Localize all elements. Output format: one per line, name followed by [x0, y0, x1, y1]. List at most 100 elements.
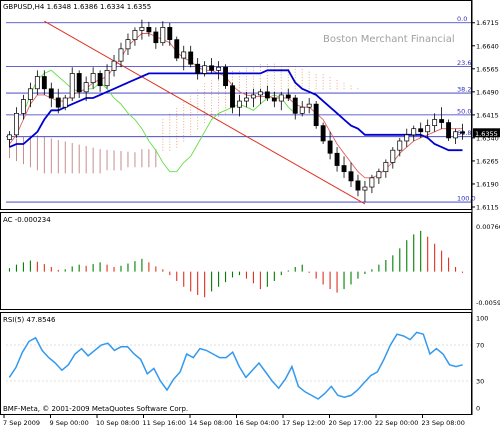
- candle-body: [327, 140, 333, 154]
- cloud-dot: [329, 77, 331, 79]
- candle-body: [27, 88, 33, 100]
- cloud-dot: [350, 85, 352, 87]
- rsi-line: [8, 331, 463, 400]
- cloud-dot: [190, 131, 192, 133]
- cloud-dot: [259, 83, 261, 85]
- rsi-tick-label: 100: [476, 315, 488, 323]
- cloud-dot: [162, 133, 164, 135]
- cloud-dot: [218, 104, 220, 106]
- cloud-dot: [266, 77, 268, 79]
- cloud-dot: [190, 112, 192, 114]
- cloud-dot: [280, 77, 282, 79]
- cloud-dot: [190, 134, 192, 136]
- cloud-dot: [224, 104, 227, 106]
- cloud-dot: [169, 116, 171, 118]
- cloud-dot: [259, 75, 261, 77]
- cloud-dot: [162, 146, 164, 148]
- cloud-dot: [259, 67, 261, 69]
- cloud-dot: [176, 138, 178, 140]
- cloud-dot: [224, 112, 227, 114]
- cloud-dot: [169, 144, 171, 146]
- candle-body: [132, 30, 138, 40]
- candle-body: [334, 152, 340, 166]
- candle-body: [432, 119, 438, 126]
- cloud-dot: [266, 80, 268, 82]
- candle-body: [411, 128, 417, 136]
- cloud-dot: [211, 99, 213, 101]
- cloud-dot: [280, 82, 282, 84]
- cloud-dot: [301, 77, 303, 79]
- cloud-dot: [183, 115, 185, 117]
- cloud-dot: [169, 141, 171, 143]
- candle-body: [299, 106, 305, 114]
- cloud-dot: [204, 116, 206, 118]
- cloud-dot: [162, 119, 164, 121]
- ac-tick-label: -0.005900: [476, 299, 500, 307]
- cloud-dot: [273, 77, 275, 79]
- cloud-dot: [245, 70, 248, 72]
- cloud-dot: [252, 83, 254, 86]
- cloud-dot: [162, 127, 164, 129]
- cloud-dot: [183, 104, 185, 106]
- fib-level-label: 50.0: [457, 107, 471, 115]
- cloud-dot: [204, 91, 206, 93]
- cloud-dot: [294, 68, 296, 70]
- cloud-dot: [162, 122, 164, 124]
- copyright-footer: BMF-Meta, © 2001-2009 MetaQuotes Softwar…: [3, 405, 188, 413]
- cloud-dot: [176, 129, 178, 132]
- candle-body: [41, 76, 47, 90]
- cloud-dot: [315, 85, 317, 87]
- cloud-dot: [190, 128, 192, 130]
- cloud-dot: [169, 127, 171, 129]
- cloud-dot: [322, 74, 324, 76]
- candle-body: [376, 171, 382, 179]
- cloud-dot: [204, 108, 206, 110]
- cloud-dot: [183, 132, 185, 134]
- cloud-dot: [176, 143, 178, 145]
- cloud-dot: [183, 118, 185, 120]
- cloud-dot: [308, 71, 310, 73]
- price-tick-label: 1.6190: [476, 180, 499, 188]
- cloud-dot: [204, 83, 206, 85]
- cloud-dot: [273, 63, 275, 65]
- cloud-dot: [176, 124, 178, 126]
- cloud-dot: [176, 118, 178, 121]
- candle-body: [104, 69, 110, 87]
- cloud-dot: [197, 97, 199, 99]
- cloud-dot: [266, 72, 268, 74]
- price-header: GBPUSD,H4 1.6348 1.6386 1.6334 1.6355: [3, 3, 151, 11]
- candle-body: [174, 39, 180, 59]
- cloud-dot: [252, 86, 254, 88]
- cloud-dot: [183, 121, 185, 123]
- candlesticks: [7, 19, 465, 203]
- time-tick-label: 23 Sep 08:00: [422, 419, 465, 427]
- cloud-dot: [238, 84, 241, 86]
- candle-body: [209, 65, 215, 71]
- cloud-dot: [204, 97, 206, 99]
- cloud-dot: [204, 88, 206, 90]
- candle-body: [341, 165, 347, 173]
- ac-histogram: 0.007665 -0.005900: [8, 223, 500, 307]
- ac-tick-label: 0.007665: [476, 223, 500, 231]
- rsi-panel-frame: [0, 312, 472, 415]
- time-tick-label: 20 Sep 17:00: [329, 419, 372, 427]
- cloud-dot: [162, 144, 164, 146]
- fib-level-label: 100.0: [457, 195, 476, 203]
- candle-body: [425, 125, 431, 133]
- cloud-dot: [294, 88, 296, 90]
- cloud-dot: [218, 110, 220, 112]
- cloud-dot: [238, 81, 241, 83]
- cloud-dot: [287, 74, 289, 76]
- cloud-dot: [280, 71, 282, 73]
- cloud-dot: [294, 77, 296, 79]
- cloud-dot: [183, 110, 185, 112]
- price-tick-label: 1.6265: [476, 157, 499, 165]
- candle-body: [250, 94, 256, 99]
- cloud-dot: [218, 85, 220, 87]
- cloud-dot: [211, 113, 213, 115]
- candle-body: [48, 88, 54, 99]
- rsi-tick-label: 30: [476, 378, 484, 386]
- cloud-dot: [280, 88, 282, 90]
- cloud-dot: [169, 124, 171, 126]
- candle-body: [320, 125, 326, 142]
